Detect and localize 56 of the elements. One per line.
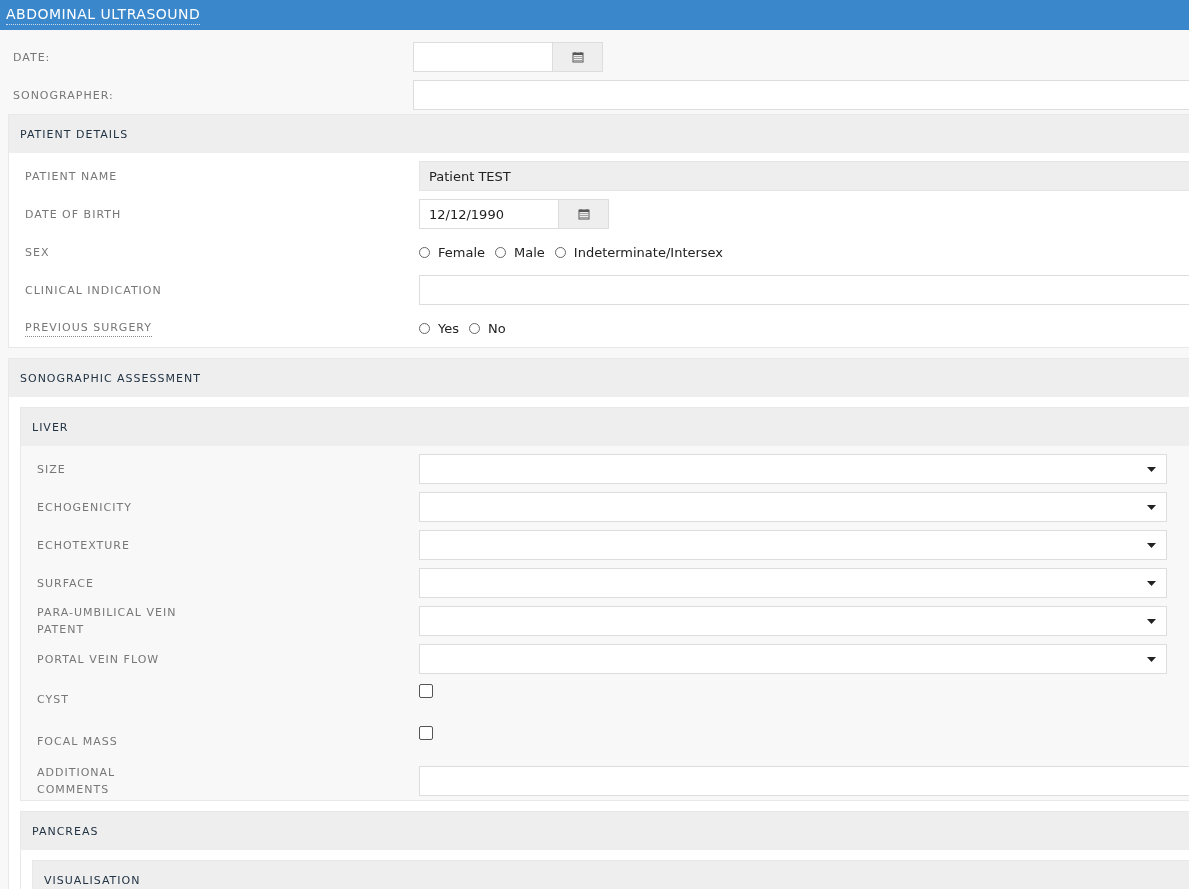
text-field[interactable] [419, 766, 1189, 796]
caret-icon [1147, 580, 1156, 586]
field-label: DATE: [13, 49, 51, 66]
dropdown[interactable] [419, 568, 1167, 598]
radio-button[interactable] [554, 246, 566, 258]
field-label: PATIENT NAME [25, 168, 118, 185]
field-label: PARA-UMBILICAL VEIN PATENT [37, 605, 178, 638]
calendar-button[interactable] [559, 199, 609, 229]
radio-button[interactable] [419, 322, 430, 334]
checkbox[interactable] [419, 726, 433, 740]
dropdown[interactable] [419, 454, 1167, 484]
field-label: SONOGRAPHER: [13, 87, 114, 104]
field-label: ADDITIONAL COMMENTS [37, 765, 117, 798]
date-field[interactable] [413, 42, 553, 72]
radio-button[interactable] [419, 246, 430, 258]
section-title: VISUALISATION [44, 873, 141, 887]
field-label: SIZE [37, 461, 66, 478]
dropdown[interactable] [419, 492, 1167, 522]
field-label: PORTAL VEIN FLOW [37, 651, 160, 668]
radio-label: No [488, 320, 506, 336]
calendar-icon [577, 208, 590, 220]
field-label: FOCAL MASS [37, 733, 118, 750]
field-label: CLINICAL INDICATION [25, 282, 162, 299]
text-field[interactable] [413, 80, 1189, 110]
calendar-icon [571, 51, 584, 63]
checkbox[interactable] [419, 684, 433, 698]
radio-button[interactable] [469, 322, 480, 334]
calendar-button[interactable] [553, 42, 603, 72]
dropdown[interactable] [419, 530, 1167, 560]
radio-label: Male [514, 244, 545, 260]
section-title: LIVER [32, 420, 69, 434]
field-label: SURFACE [37, 575, 94, 592]
radio-label: Indeterminate/Intersex [573, 244, 724, 260]
caret-icon [1147, 466, 1156, 472]
section-title: SONOGRAPHIC ASSESSMENT [20, 371, 201, 385]
field-label: SEX [25, 244, 50, 261]
field-label: DATE OF BIRTH [25, 206, 122, 223]
radio-button[interactable] [495, 246, 506, 258]
field-label: CYST [37, 691, 69, 708]
date-field[interactable]: 12/12/1990 [419, 199, 559, 229]
caret-icon [1147, 618, 1156, 624]
caret-icon [1147, 542, 1156, 548]
radio-label: Female [438, 244, 485, 260]
page-title: ABDOMINAL ULTRASOUND [6, 5, 201, 25]
caret-icon [1147, 656, 1156, 662]
section-title: PATIENT DETAILS [20, 127, 129, 141]
readonly-field: Patient TEST [419, 161, 1189, 191]
dropdown[interactable] [419, 606, 1167, 636]
text-field[interactable] [419, 275, 1189, 305]
field-label: PREVIOUS SURGERY [25, 319, 152, 337]
section-title: PANCREAS [32, 824, 99, 838]
field-label: ECHOGENICITY [37, 499, 132, 516]
dropdown[interactable] [419, 644, 1167, 674]
caret-icon [1147, 504, 1156, 510]
radio-label: Yes [438, 320, 459, 336]
field-label: ECHOTEXTURE [37, 537, 130, 554]
